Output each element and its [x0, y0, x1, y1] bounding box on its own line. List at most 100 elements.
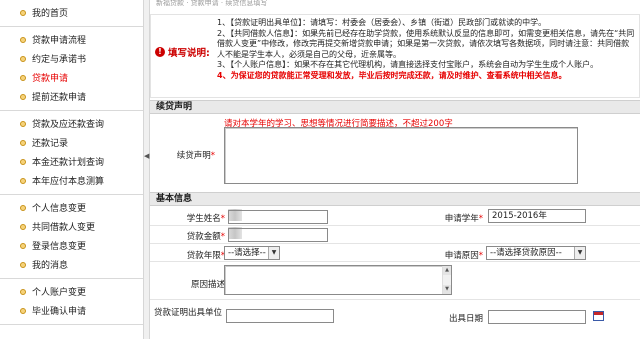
sidebar-item[interactable]: 约定与承诺书 — [0, 49, 143, 68]
sidebar-item-label: 我的消息 — [32, 261, 69, 271]
chevron-down-icon[interactable]: ▼ — [574, 247, 585, 259]
sidebar-item[interactable]: 提前还款申请 — [0, 87, 143, 106]
breadcrumb: 新福贷款 · 贷款申请 · 续贷信息填写 — [156, 0, 268, 7]
sidebar-item-label: 贷款申请流程 — [32, 36, 87, 46]
bullet-dot-icon — [20, 9, 26, 16]
sidebar-item-label: 贷款及应还款查询 — [32, 120, 105, 130]
issue-date-input[interactable] — [488, 310, 586, 324]
cert-unit-label: 贷款证明出具单位 — [153, 308, 222, 318]
sidebar-item[interactable]: 共同借款人变更 — [0, 217, 143, 236]
scroll-up-icon[interactable]: ▲ — [443, 266, 451, 275]
loan-term-select[interactable]: --请选择-- ▼ — [224, 246, 280, 260]
renewal-label: 续贷声明* — [160, 149, 215, 161]
reason-desc-textarea[interactable] — [224, 265, 452, 295]
sidebar-item[interactable]: 个人账户变更 — [0, 282, 143, 301]
notice-warning: 4、为保证您的贷款能正常受理和发放，毕业后按时完成还款，请及时维护、查看系统中相… — [217, 70, 567, 80]
bullet-dot-icon — [20, 158, 26, 165]
student-name-input[interactable] — [228, 210, 328, 224]
sidebar-item-label: 还款记录 — [32, 139, 69, 149]
sidebar-item[interactable]: 我的首页 — [0, 3, 143, 22]
required-mark: * — [210, 151, 215, 161]
warning-icon: ! — [155, 47, 165, 57]
sidebar-item-label: 登录信息变更 — [32, 242, 87, 252]
sidebar-group: 我的首页 — [0, 0, 143, 27]
sidebar-item[interactable]: 贷款申请流程 — [0, 30, 143, 49]
required-mark: * — [478, 251, 483, 261]
sidebar-item-label: 约定与承诺书 — [32, 55, 87, 65]
row-divider — [150, 225, 640, 226]
bullet-dot-icon — [20, 204, 26, 211]
notice-label-text: 填写说明: — [168, 48, 210, 59]
main-content: 新福贷款 · 贷款申请 · 续贷信息填写 ! 填写说明: 1、【贷款证明出具单位… — [150, 0, 640, 339]
bullet-dot-icon — [20, 242, 26, 249]
bullet-dot-icon — [20, 55, 26, 62]
notice-text: 1、【贷款证明出具单位】：请填写：村委会（居委会）、乡镇（街道）民政部门或就读的… — [217, 18, 637, 82]
loan-term-label: 贷款年限* — [160, 249, 225, 261]
bullet-dot-icon — [20, 36, 26, 43]
academic-year-label: 申请学年* — [418, 212, 483, 224]
notice-label: ! 填写说明: — [155, 45, 215, 59]
chevron-down-icon[interactable]: ▼ — [268, 247, 279, 259]
renewal-textarea[interactable] — [224, 127, 578, 184]
row-divider — [150, 261, 640, 262]
row-divider — [150, 299, 640, 300]
reason-label-text: 申请原因 — [444, 251, 479, 261]
section-renewal-title: 续贷声明 — [150, 100, 640, 114]
sidebar-item-label: 本年应付本息测算 — [32, 177, 105, 187]
student-name-label-text: 学生姓名 — [186, 214, 221, 224]
notice-line: 1、【贷款证明出具单位】：请填写：村委会（居委会）、乡镇（街道）民政部门或就读的… — [217, 18, 547, 27]
loan-amount-input[interactable] — [228, 228, 328, 242]
student-name-label: 学生姓名* — [160, 212, 225, 224]
collapse-arrow-icon[interactable]: ◀ — [144, 148, 149, 164]
bullet-dot-icon — [20, 74, 26, 81]
reason-select[interactable]: --请选择贷款原因-- ▼ — [486, 246, 586, 260]
sidebar-item[interactable]: 本金还款计划查询 — [0, 152, 143, 171]
scroll-down-icon[interactable]: ▼ — [443, 285, 451, 294]
loan-amount-label: 贷款金额* — [160, 230, 225, 242]
bullet-dot-icon — [20, 139, 26, 146]
sidebar-group: 个人信息变更 共同借款人变更 登录信息变更 我的消息 — [0, 195, 143, 279]
bullet-dot-icon — [20, 288, 26, 295]
sidebar-item[interactable]: 贷款及应还款查询 — [0, 114, 143, 133]
required-mark: * — [478, 214, 483, 224]
bullet-dot-icon — [20, 261, 26, 268]
row-divider — [150, 243, 640, 244]
sidebar-item-label: 贷款申请 — [32, 74, 69, 84]
sidebar-item[interactable]: 毕业确认申请 — [0, 301, 143, 320]
issue-date-label: 出具日期 — [448, 314, 483, 324]
bullet-dot-icon — [20, 93, 26, 100]
calendar-icon[interactable] — [593, 311, 604, 321]
required-mark: * — [220, 214, 225, 224]
sidebar-item[interactable]: 登录信息变更 — [0, 236, 143, 255]
academic-year-input[interactable]: 2015-2016年 — [488, 209, 586, 223]
notice-line: 2、【共同借款人信息】：如果先前已经存在助学贷款，使用系统默认反显的信息即可，如… — [217, 28, 635, 59]
section-basic-title: 基本信息 — [150, 192, 640, 206]
reason-selected: --请选择贷款原因-- — [490, 248, 562, 258]
sidebar-item[interactable]: 还款记录 — [0, 133, 143, 152]
reason-desc-scrollbar[interactable]: ▲ ▼ — [442, 266, 451, 294]
bullet-dot-icon — [20, 223, 26, 230]
sidebar-item[interactable]: 本年应付本息测算 — [0, 171, 143, 190]
sidebar-item-label: 毕业确认申请 — [32, 307, 87, 317]
cert-unit-input[interactable] — [226, 309, 334, 323]
reason-desc-label: 原因描述 — [190, 280, 225, 290]
notice-line: 3、【个人账户信息】：如果不存在其它代理机构，请直接选择支付宝账户，系统会自动为… — [217, 60, 599, 70]
sidebar-item[interactable]: 我的消息 — [0, 255, 143, 274]
sidebar-group: 贷款申请流程 约定与承诺书 贷款申请提前还款申请 — [0, 27, 143, 111]
required-mark: * — [220, 232, 225, 242]
bullet-dot-icon — [20, 177, 26, 184]
bullet-dot-icon — [20, 120, 26, 127]
loan-term-selected: --请选择-- — [228, 248, 266, 258]
renewal-label-text: 续贷声明 — [176, 151, 211, 161]
sidebar-splitter[interactable]: ◀ — [143, 0, 150, 339]
sidebar-item[interactable]: 个人信息变更 — [0, 198, 143, 217]
loan-amount-label-text: 贷款金额 — [186, 232, 221, 242]
reason-label: 申请原因* — [418, 249, 483, 261]
sidebar-item[interactable]: 贷款申请 — [0, 68, 143, 87]
sidebar-item-label: 个人信息变更 — [32, 204, 87, 214]
sidebar-group: 个人账户变更毕业确认申请 — [0, 279, 143, 325]
loan-term-label-text: 贷款年限 — [186, 251, 221, 261]
sidebar-item-label: 本金还款计划查询 — [32, 158, 105, 168]
sidebar-item-label: 共同借款人变更 — [32, 223, 96, 233]
notice-box: ! 填写说明: 1、【贷款证明出具单位】：请填写：村委会（居委会）、乡镇（街道）… — [150, 14, 640, 98]
